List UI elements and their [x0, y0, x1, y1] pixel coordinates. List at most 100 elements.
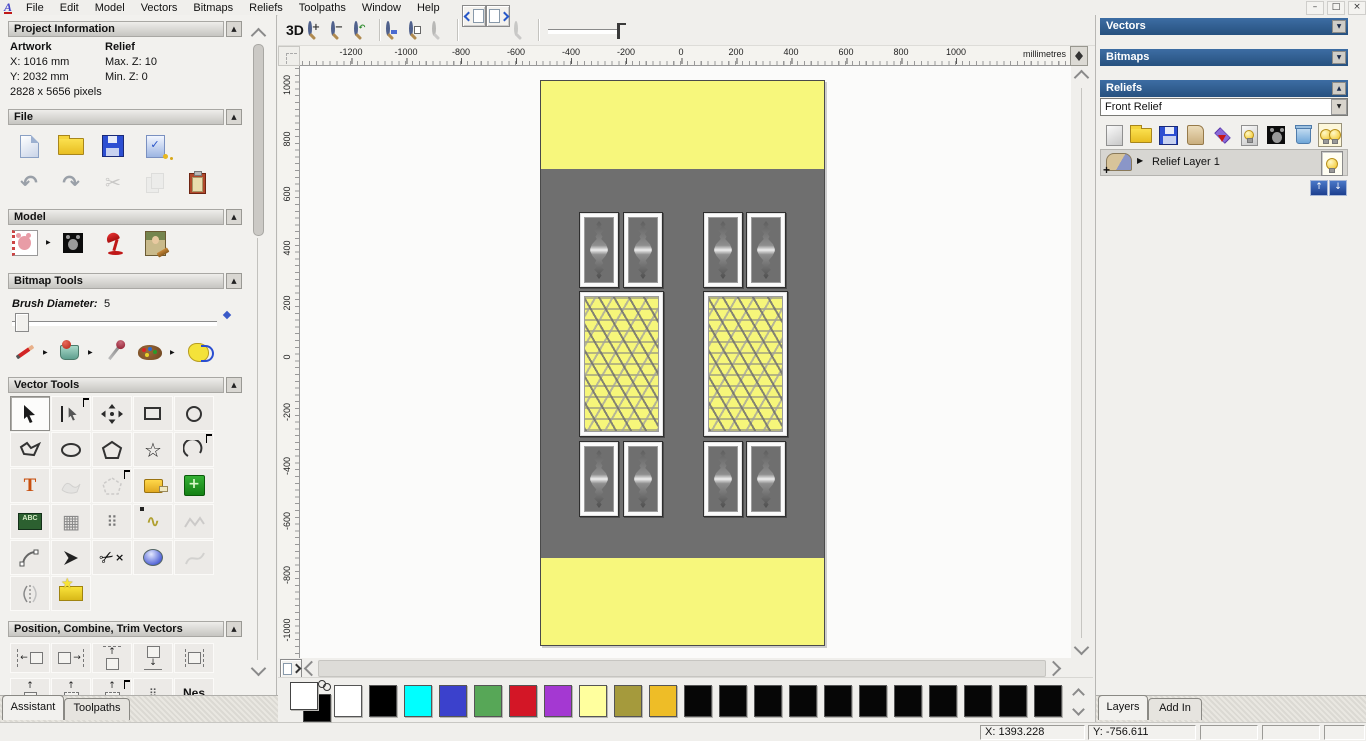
palette-swatch[interactable] [579, 685, 607, 717]
tool-create-polyline[interactable] [10, 432, 50, 467]
palette-swatch[interactable] [404, 685, 432, 717]
palette-swatch[interactable] [474, 685, 502, 717]
tool-paste-vector[interactable]: + [174, 468, 214, 503]
assistant-scrollbar-thumb[interactable] [253, 44, 264, 236]
tool-block-paste[interactable]: ⠿ [92, 504, 132, 539]
open-model-button[interactable] [54, 131, 88, 161]
contrast-slider-handle[interactable] [617, 23, 626, 39]
expand-bitmaps-button[interactable]: ▼ [1332, 51, 1346, 64]
restore-button[interactable]: □ [1327, 1, 1345, 15]
tool-select-vectors[interactable] [10, 396, 50, 431]
tool-create-circle[interactable] [174, 396, 214, 431]
page-flip-button[interactable] [280, 659, 302, 678]
center-horizontally-button[interactable] [174, 643, 214, 673]
vectors-panel-header[interactable]: Vectors [1100, 18, 1348, 35]
expand-layer-icon[interactable]: ▶ [1137, 156, 1143, 165]
colour-link-icon[interactable] [323, 683, 331, 691]
project-information-header[interactable]: Project Information [8, 21, 224, 37]
model-section-header[interactable]: Model [8, 209, 224, 225]
model-properties-button[interactable]: ✓ [138, 131, 172, 161]
texture-relief-button[interactable] [138, 227, 172, 259]
delete-layer-button[interactable] [1291, 123, 1315, 147]
collapse-reliefs-button[interactable]: ▲ [1332, 82, 1346, 95]
expand-vectors-button[interactable]: ▼ [1332, 20, 1346, 33]
tool-fit-polyline-disabled[interactable] [174, 504, 214, 539]
collapse-position-section-button[interactable]: ▲ [226, 621, 242, 637]
menu-toolpaths[interactable]: Toolpaths [291, 2, 354, 14]
primary-colour-well[interactable] [290, 682, 318, 710]
collapse-vector-tools-button[interactable]: ▲ [226, 377, 242, 393]
brush-diameter-slider-handle[interactable] [15, 313, 29, 332]
zoom-out-button[interactable]: − [331, 21, 343, 36]
tool-transform-vectors[interactable] [92, 396, 132, 431]
save-model-button[interactable] [96, 131, 130, 161]
tab-assistant[interactable]: Assistant [2, 695, 64, 720]
palette-swatch[interactable] [649, 685, 677, 717]
paste-as-layer-button[interactable] [1210, 123, 1234, 147]
zoom-box-button[interactable] [386, 21, 397, 36]
paint-flyout-icon[interactable]: ▶ [43, 349, 48, 356]
align-bottom-button[interactable]: ↓ [133, 643, 173, 673]
canvas-vscrollbar-track[interactable] [1081, 88, 1082, 638]
greyscale-view-button[interactable] [56, 227, 90, 259]
new-model-button[interactable] [12, 131, 46, 161]
tool-fit-arcs[interactable] [10, 540, 50, 575]
palette-swatch[interactable] [824, 685, 852, 717]
lighting-material-button[interactable] [98, 227, 132, 259]
bitmap-tools-header[interactable]: Bitmap Tools [8, 273, 224, 289]
zoom-previous-button[interactable]: ↶ [354, 21, 365, 36]
relief-selector-dropdown[interactable]: Front Relief [1100, 98, 1348, 116]
align-top-button[interactable]: ↑ [92, 643, 132, 673]
palette-swatch[interactable] [789, 685, 817, 717]
ruler-origin-button[interactable] [278, 46, 300, 66]
canvas-scroll-right-icon[interactable] [1045, 660, 1062, 677]
tool-create-text[interactable]: T [10, 468, 50, 503]
zoom-objects-button-disabled[interactable] [432, 21, 436, 36]
vector-tools-header[interactable]: Vector Tools [8, 377, 224, 393]
move-layer-up-button[interactable]: ↑ [1310, 180, 1328, 196]
menu-edit[interactable]: Edit [52, 2, 87, 14]
menu-help[interactable]: Help [409, 2, 448, 14]
bitmap-to-vector-button[interactable] [182, 337, 214, 367]
palette-flyout-icon[interactable]: ▶ [170, 349, 175, 356]
relief-layer-name[interactable]: Relief Layer 1 [1152, 156, 1220, 168]
toggle-bitmap-view-button[interactable] [462, 5, 486, 27]
model-design[interactable] [540, 80, 825, 646]
save-relief-button[interactable] [1156, 123, 1180, 147]
close-button[interactable]: × [1348, 1, 1366, 15]
canvas-hscrollbar-thumb[interactable] [318, 660, 1046, 677]
units-spinner[interactable] [1070, 46, 1088, 66]
tab-add-in[interactable]: Add In [1148, 698, 1202, 720]
cut-button[interactable]: ✂ [96, 168, 130, 198]
palette-swatch[interactable] [614, 685, 642, 717]
menu-reliefs[interactable]: Reliefs [241, 2, 291, 14]
palette-swatch[interactable] [754, 685, 782, 717]
tool-join-vectors[interactable] [51, 540, 91, 575]
preview-button-disabled[interactable] [514, 21, 518, 36]
palette-swatch[interactable] [929, 685, 957, 717]
model-size-flyout-icon[interactable]: ▶ [46, 239, 51, 246]
tool-measure[interactable] [133, 468, 173, 503]
tool-create-vector-boundary[interactable]: ★ [51, 576, 91, 611]
relief-selector-arrow-button[interactable]: ▼ [1331, 99, 1347, 115]
toggle-all-layers-button[interactable] [1318, 123, 1342, 147]
align-right-button[interactable]: → [51, 643, 91, 673]
tool-create-star[interactable]: ☆ [133, 432, 173, 467]
palette-swatch[interactable] [684, 685, 712, 717]
collapse-model-section-button[interactable]: ▲ [226, 209, 242, 225]
palette-swatch[interactable] [544, 685, 572, 717]
palette-swatch[interactable] [369, 685, 397, 717]
tool-fit-curve-disabled[interactable] [174, 540, 214, 575]
palette-swatch[interactable] [894, 685, 922, 717]
import-relief-button[interactable] [1183, 123, 1207, 147]
paint-tool-button[interactable] [10, 337, 40, 367]
move-layer-down-button[interactable]: ↓ [1329, 180, 1347, 196]
palette-swatch[interactable] [509, 685, 537, 717]
layer-visibility-button[interactable] [1321, 151, 1343, 176]
flood-fill-flyout-icon[interactable]: ▶ [88, 349, 93, 356]
file-section-header[interactable]: File [8, 109, 224, 125]
copy-button[interactable] [138, 168, 172, 198]
menu-bitmaps[interactable]: Bitmaps [185, 2, 241, 14]
flood-fill-button[interactable] [54, 337, 84, 367]
menu-vectors[interactable]: Vectors [133, 2, 186, 14]
